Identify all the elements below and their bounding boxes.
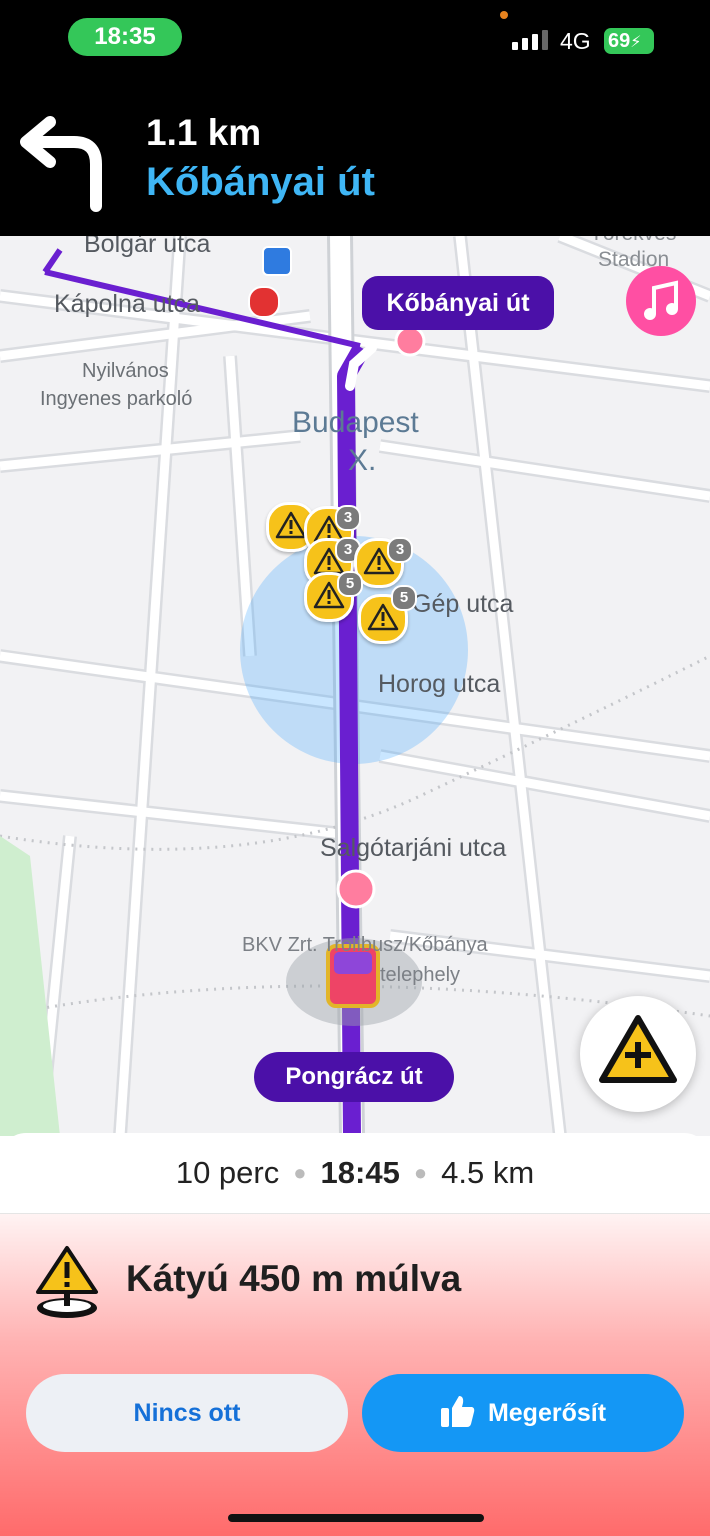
separator-dot: ● [293,1160,307,1185]
charging-icon: ⚡ [630,34,642,51]
home-indicator[interactable] [228,1514,484,1522]
map-label-district-2: X. [348,444,377,477]
callout-current-street: Pongrácz út [254,1052,454,1102]
map-label-bkv-2: telephely [380,964,461,986]
pothole-warning-icon [36,1246,98,1318]
callout-next-street: Kőbányai út [362,276,554,330]
camera-indicator-icon [500,11,508,19]
map-label-kapolna: Kápolna utca [54,290,200,318]
report-hazard-icon [599,1015,677,1083]
map-label-bkv-1: BKV Zrt. Trolibusz/Kőbánya [242,934,488,956]
turn-left-arrow-icon [20,116,102,212]
speed-camera-icon[interactable] [262,246,292,276]
hazard-marker[interactable]: 5 [358,585,417,644]
hazard-count: 5 [391,585,417,611]
navigation-header: 18:35 4G 69⚡ 1.1 km Kőbányai út [0,0,710,236]
confirm-label: Megerősít [487,1399,607,1427]
warning-icon [275,511,307,539]
hazard-marker[interactable]: 5 [304,571,363,622]
not-there-button[interactable]: Nincs ott [26,1374,348,1452]
music-button[interactable] [626,266,696,336]
status-time: 18:35 [68,18,182,56]
eta-arrival-time: 18:45 [320,1155,400,1190]
network-type: 4G [560,28,591,54]
map-label-stadium-1: Törekvés [590,236,676,246]
eta-distance: 4.5 km [441,1155,535,1190]
signal-icon [512,30,552,50]
hazard-count: 3 [387,537,413,563]
map-label-parking-2: Ingyenes parkoló [40,388,193,410]
battery-level: 69 [608,30,631,52]
hazard-count: 5 [337,571,363,597]
music-note-icon [644,280,678,320]
eta-bar[interactable]: 10 perc ● 18:45 ● 4.5 km [0,1133,710,1214]
report-button[interactable] [580,996,696,1112]
accident-icon[interactable] [248,286,280,318]
map-label-parking-1: Nyilvános [82,360,169,382]
thumbs-up-icon [440,1396,475,1427]
alert-title: Kátyú 450 m múlva [126,1258,462,1299]
map-label-district-1: Budapest [292,406,419,439]
separator-dot: ● [413,1160,428,1185]
hazard-alert-panel: Kátyú 450 m múlva Nincs ott Megerősít [0,1214,710,1536]
next-street-name: Kőbányai út [146,160,375,204]
battery-indicator: 69⚡ [604,28,654,54]
map-label-salgotarjani: Salgótarjáni utca [320,834,507,862]
map-label-bolgar: Bolgár utca [84,236,211,258]
eta-duration: 10 perc [175,1155,280,1190]
map-label-horog: Horog utca [378,670,501,698]
next-turn-distance: 1.1 km [146,112,262,153]
confirm-button[interactable]: Megerősít [362,1374,684,1452]
map-label-gep: Gép utca [412,590,514,618]
hazard-count: 3 [335,505,361,531]
